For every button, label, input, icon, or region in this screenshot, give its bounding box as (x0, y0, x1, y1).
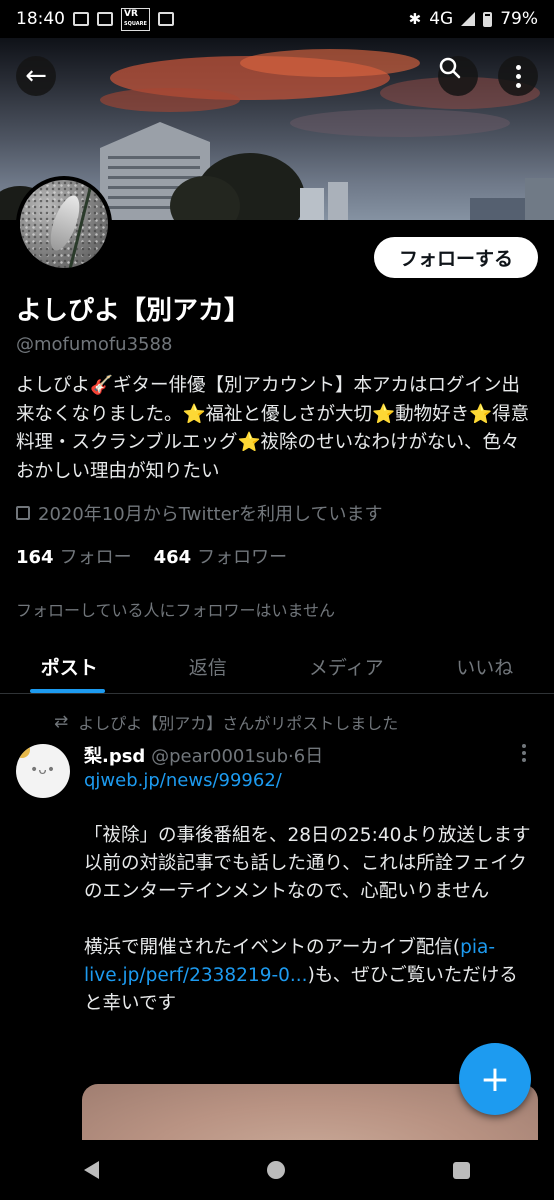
post-header: 梨.psd @pear0001sub·6日 (84, 742, 323, 768)
notification-icon (97, 12, 113, 26)
following-link[interactable]: 164 フォロー (16, 543, 132, 569)
tab-replies[interactable]: 返信 (139, 640, 278, 693)
following-label: フォロー (59, 547, 132, 568)
tab-media[interactable]: メディア (277, 640, 416, 693)
status-time: 18:40 (16, 9, 65, 29)
notification-icon (157, 12, 174, 26)
followers-count: 464 (153, 547, 192, 568)
signal-icon (461, 12, 476, 26)
joined-text: 2020年10月からTwitterを利用しています (38, 504, 383, 525)
post-paragraph: 「祓除」の事後番組を、28日の25:40より放送します (84, 825, 531, 846)
notification-icon (73, 12, 89, 26)
post-more-button[interactable] (522, 744, 526, 762)
network-type: 4G (429, 9, 454, 29)
avatar-face-icon: •ᴗ• (30, 762, 56, 778)
profile-display-name: よしぴよ【別アカ】 (16, 296, 251, 326)
vr-square-icon: VR SQUARE (121, 7, 150, 31)
post-time: 6日 (293, 746, 324, 767)
calendar-icon (16, 506, 30, 520)
following-count: 164 (16, 547, 54, 568)
back-button[interactable]: ← (16, 56, 56, 96)
battery-icon (483, 11, 493, 27)
tab-posts[interactable]: ポスト (0, 640, 139, 693)
profile-handle: @mofumofu3588 (16, 334, 173, 355)
follow-counts: 164 フォロー 464 フォロワー (16, 543, 287, 569)
bluetooth-icon: ✱ (408, 10, 422, 28)
post-paragraph: 横浜で開催されたイベントのアーカイブ配信(pia-live.jp/perf/23… (84, 934, 534, 1018)
more-vertical-icon (522, 744, 526, 748)
tab-likes[interactable]: いいね (416, 640, 554, 693)
repost-note: よしぴよ【別アカ】さんがリポストしました (78, 714, 399, 733)
search-button[interactable] (438, 56, 478, 96)
follow-button[interactable]: フォローする (374, 237, 538, 278)
nav-recents-icon[interactable] (453, 1161, 470, 1179)
joined-date: 2020年10月からTwitterを利用しています (16, 500, 383, 526)
mutual-followers-note: フォローしている人にフォロワーはいません (16, 601, 336, 620)
nav-home-icon[interactable] (267, 1161, 285, 1179)
followers-label: フォロワー (197, 547, 288, 568)
more-vertical-icon (515, 64, 521, 70)
post-link[interactable]: qjweb.jp/news/99962/ (84, 770, 282, 791)
repost-icon: ⇄ (54, 712, 69, 732)
status-bar: 18:40 VR SQUARE ✱ 4G 79% (0, 0, 554, 38)
post-author-name[interactable]: 梨.psd (84, 746, 145, 767)
profile-bio: よしぴよ🎸ギター俳優【別アカウント】本アカはログイン出来なくなりました。⭐福祉と… (16, 375, 530, 482)
vr-badge-top: VR (124, 8, 138, 19)
profile-avatar[interactable] (16, 176, 112, 272)
compose-button[interactable]: + (459, 1043, 531, 1115)
search-icon (439, 57, 461, 79)
post-text: 横浜で開催されたイベントのアーカイブ配信( (84, 937, 461, 958)
plus-icon: + (479, 1058, 511, 1100)
system-nav-bar (0, 1140, 554, 1200)
nav-back-icon[interactable] (84, 1161, 99, 1179)
post-author-handle[interactable]: @pear0001sub (151, 746, 288, 767)
post-author-avatar[interactable]: •ᴗ• (16, 744, 70, 798)
profile-tabs: ポスト 返信 メディア いいね (0, 640, 554, 694)
followers-link[interactable]: 464 フォロワー (154, 543, 288, 569)
vr-badge-bottom: SQUARE (124, 20, 147, 27)
more-options-button[interactable] (498, 56, 538, 96)
back-arrow-icon: ← (25, 61, 47, 91)
post-paragraph: 以前の対談記事でも話した通り、これは所詮フェイクのエンターテインメントなので、心… (84, 853, 527, 902)
post-body: 「祓除」の事後番組を、28日の25:40より放送します 以前の対談記事でも話した… (84, 822, 534, 1018)
repost-indicator: ⇄ よしぴよ【別アカ】さんがリポストしました (54, 710, 398, 734)
battery-level: 79% (500, 9, 538, 29)
